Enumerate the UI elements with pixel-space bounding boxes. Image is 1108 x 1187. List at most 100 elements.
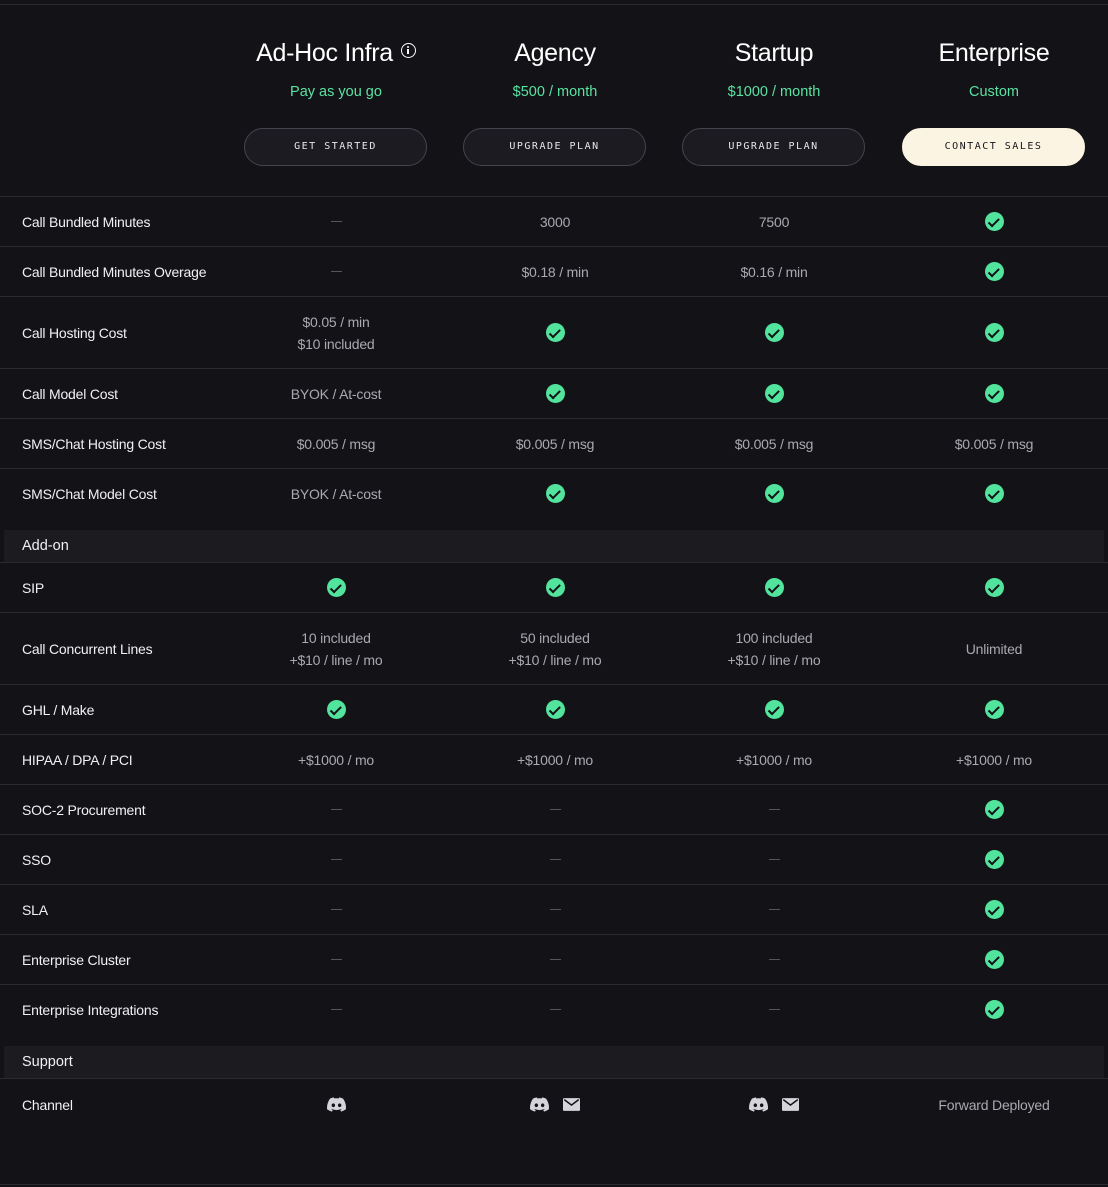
dash-icon: [768, 859, 780, 860]
table-cell: 7500: [664, 197, 884, 246]
cell-text: 100 included: [735, 629, 813, 646]
cell-text: +$1000 / mo: [297, 751, 375, 768]
upgrade-plan-startup-button[interactable]: UPGRADE PLAN: [682, 128, 865, 166]
channel-icons: [749, 1097, 799, 1112]
table-cell: [664, 985, 884, 1034]
table-cell: [226, 197, 446, 246]
section-label: Add-on: [22, 538, 69, 554]
table-row: SIP: [0, 562, 1108, 612]
cell-text: $0.005 / msg: [296, 435, 376, 452]
cell-text: $0.05 / min: [302, 313, 370, 330]
table-cell: $0.005 / msg: [664, 419, 884, 468]
check-icon: [326, 578, 346, 597]
check-icon: [984, 262, 1004, 281]
check-icon: [984, 800, 1004, 819]
mail-icon[interactable]: [563, 1098, 580, 1111]
table-cell: 50 included +$10 / line / mo: [445, 613, 665, 684]
table-cell: +$1000 / mo: [226, 735, 446, 784]
plan-price: Pay as you go: [290, 84, 382, 100]
section-support: Support: [4, 1046, 1104, 1078]
table-cell: [445, 297, 665, 368]
row-label: Call Model Cost: [22, 385, 118, 402]
table-cell: [226, 785, 446, 834]
cell-text: BYOK / At-cost: [290, 485, 382, 502]
table-cell: [664, 563, 884, 612]
mail-icon[interactable]: [782, 1098, 799, 1111]
table-cell: [884, 469, 1104, 518]
discord-icon[interactable]: [749, 1097, 768, 1112]
table-cell: [884, 835, 1104, 884]
plan-name: Agency: [514, 39, 596, 67]
dash-icon: [330, 221, 342, 222]
dash-icon: [330, 909, 342, 910]
dash-icon: [549, 959, 561, 960]
check-icon: [984, 700, 1004, 719]
table-cell: BYOK / At-cost: [226, 369, 446, 418]
check-icon: [984, 950, 1004, 969]
check-icon: [764, 578, 784, 597]
table-cell: [884, 685, 1104, 734]
table-cell: [664, 1079, 884, 1130]
check-icon: [984, 900, 1004, 919]
cell-text: Forward Deployed: [938, 1096, 1050, 1113]
discord-icon[interactable]: [326, 1097, 346, 1112]
dash-icon: [549, 859, 561, 860]
upgrade-plan-agency-button[interactable]: UPGRADE PLAN: [463, 128, 646, 166]
table-cell: [884, 297, 1104, 368]
info-icon[interactable]: [400, 43, 416, 58]
table-cell: [664, 785, 884, 834]
table-cell: [226, 985, 446, 1034]
table-cell: [445, 469, 665, 518]
check-icon: [764, 384, 784, 403]
row-label: SIP: [22, 579, 44, 596]
plan-name: Ad-Hoc Infra: [256, 39, 393, 67]
table-cell: +$1000 / mo: [884, 735, 1104, 784]
cell-text: $0.18 / min: [521, 263, 589, 280]
table-row: SLA: [0, 884, 1108, 934]
row-label: GHL / Make: [22, 701, 95, 718]
table-cell: [884, 985, 1104, 1034]
table-cell: [445, 835, 665, 884]
table-cell: [445, 985, 665, 1034]
cell-text: 3000: [539, 213, 571, 230]
table-cell: $0.18 / min: [445, 247, 665, 296]
table-cell: [226, 685, 446, 734]
table-cell: $0.16 / min: [664, 247, 884, 296]
table-cell: 100 included +$10 / line / mo: [664, 613, 884, 684]
table-row: Call Hosting Cost $0.05 / min $10 included: [0, 296, 1108, 368]
dash-icon: [768, 959, 780, 960]
dash-icon: [330, 859, 342, 860]
table-cell: [664, 297, 884, 368]
discord-icon[interactable]: [530, 1097, 549, 1112]
dash-icon: [768, 809, 780, 810]
row-label: Enterprise Cluster: [22, 951, 131, 968]
row-label: Call Concurrent Lines: [22, 640, 153, 657]
table-cell: [884, 935, 1104, 984]
plan-price: Custom: [969, 84, 1019, 100]
table-cell: [664, 835, 884, 884]
cell-text: +$10 / line / mo: [508, 651, 602, 668]
check-icon: [764, 700, 784, 719]
plan-price: $500 / month: [512, 84, 598, 100]
table-row: GHL / Make: [0, 684, 1108, 734]
dash-icon: [330, 959, 342, 960]
plan-headers: Ad-Hoc Infra Pay as you go GET STARTED A…: [0, 0, 1108, 196]
table-cell: +$1000 / mo: [664, 735, 884, 784]
check-icon: [764, 323, 784, 342]
table-cell: [664, 885, 884, 934]
check-icon: [984, 850, 1004, 869]
cell-text: +$1000 / mo: [516, 751, 594, 768]
table-cell: [664, 369, 884, 418]
row-label: SSO: [22, 851, 51, 868]
table-cell: BYOK / At-cost: [226, 469, 446, 518]
dash-icon: [330, 271, 342, 272]
check-icon: [545, 384, 565, 403]
dash-icon: [549, 1009, 561, 1010]
table-row: Channel Forward Deployed: [0, 1078, 1108, 1130]
plan-name: Startup: [734, 39, 814, 67]
contact-sales-button[interactable]: CONTACT SALES: [902, 128, 1085, 166]
get-started-button[interactable]: GET STARTED: [244, 128, 427, 166]
cell-text: 7500: [758, 213, 790, 230]
dash-icon: [768, 909, 780, 910]
table-cell: [664, 685, 884, 734]
